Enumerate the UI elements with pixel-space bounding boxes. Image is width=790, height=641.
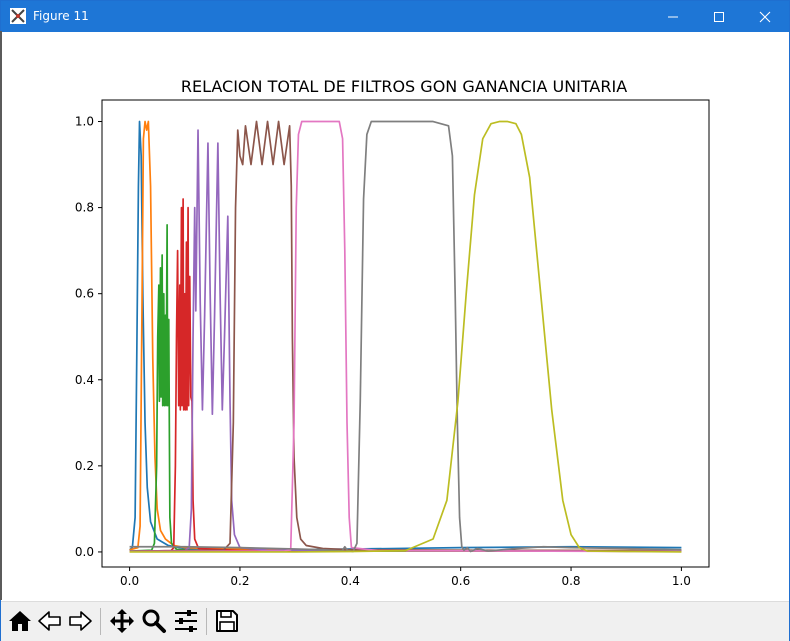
chart-title: RELACION TOTAL DE FILTROS GON GANANCIA U… [181, 77, 627, 96]
y-axis: 0.0 0.2 0.4 0.6 0.8 1.0 [75, 115, 102, 559]
series-line-6 [129, 120, 682, 552]
series-line-5 [129, 129, 682, 553]
figure-canvas[interactable]: RELACION TOTAL DE FILTROS GON GANANCIA U… [1, 32, 789, 601]
y-tick-label: 0.0 [75, 545, 94, 559]
arrow-left-icon [38, 611, 61, 631]
x-axis: 0.0 0.2 0.4 0.6 0.8 1.0 [120, 567, 691, 588]
maximize-icon [714, 11, 724, 22]
navigation-toolbar [1, 601, 789, 641]
title-bar[interactable]: Figure 11 [1, 1, 789, 32]
minimize-icon [668, 16, 678, 17]
maximize-button[interactable] [697, 1, 741, 32]
y-tick-label: 0.2 [75, 459, 94, 473]
series-line-7 [129, 120, 682, 553]
x-tick-label: 0.0 [120, 574, 139, 588]
zoom-button[interactable] [139, 606, 169, 636]
matplotlib-app-icon [10, 8, 26, 24]
close-icon [759, 11, 771, 22]
configure-subplots-button[interactable] [171, 606, 201, 636]
y-tick-label: 0.4 [75, 373, 94, 387]
pan-button[interactable] [107, 606, 137, 636]
forward-button[interactable] [65, 606, 95, 636]
figure-window: Figure 11 RELACION TOTAL DE FILTROS GON … [0, 0, 790, 641]
minimize-button[interactable] [651, 1, 695, 32]
x-tick-label: 0.6 [451, 574, 470, 588]
y-tick-label: 0.6 [75, 287, 94, 301]
x-tick-label: 1.0 [672, 574, 691, 588]
window-shadow-edge [0, 31, 2, 600]
series-line-1 [129, 120, 682, 551]
y-tick-label: 0.8 [75, 201, 94, 215]
x-tick-label: 0.2 [230, 574, 249, 588]
window-title: Figure 11 [33, 9, 89, 23]
x-tick-label: 0.4 [341, 574, 360, 588]
line-chart: RELACION TOTAL DE FILTROS GON GANANCIA U… [75, 77, 710, 588]
series-line-2 [129, 120, 682, 552]
series-line-8 [129, 120, 682, 553]
series-layer [129, 120, 682, 553]
save-button[interactable] [212, 606, 242, 636]
series-line-9 [129, 120, 682, 553]
x-tick-label: 0.8 [561, 574, 580, 588]
magnifier-icon [142, 609, 166, 633]
arrow-right-icon [69, 611, 92, 631]
close-button[interactable] [743, 1, 787, 32]
floppy-disk-icon [216, 610, 238, 632]
toolbar-separator [206, 608, 207, 635]
home-button[interactable] [5, 606, 35, 636]
home-icon [9, 611, 31, 631]
toolbar-separator [100, 608, 101, 635]
y-tick-label: 1.0 [75, 115, 94, 129]
back-button[interactable] [35, 606, 65, 636]
move-icon [110, 609, 134, 633]
sliders-icon [175, 610, 197, 632]
